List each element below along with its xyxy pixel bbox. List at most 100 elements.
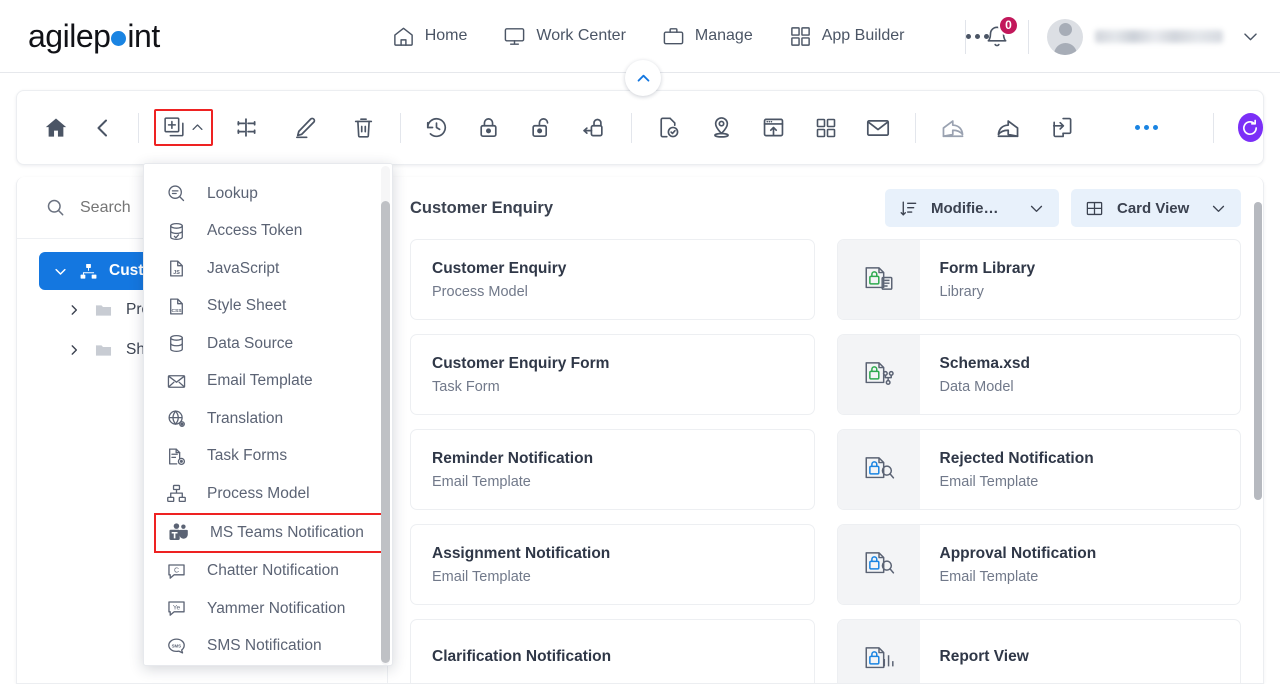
content-scrollbar-thumb[interactable] xyxy=(1254,202,1262,500)
card-item[interactable]: Reminder Notification Email Template xyxy=(410,429,815,510)
toolbar-rename-button[interactable] xyxy=(227,105,267,151)
toolbar-edit-button[interactable] xyxy=(285,105,325,151)
card-item[interactable]: Schema.xsd Data Model xyxy=(836,334,1241,415)
toolbar-migrate-button[interactable] xyxy=(1042,105,1082,151)
content-header-actions: Modifie… Card View xyxy=(885,189,1241,227)
menu-item-label: Process Model xyxy=(207,484,310,502)
menu-item-label: Data Source xyxy=(207,334,294,352)
card-item[interactable]: Rejected Notification Email Template xyxy=(836,429,1241,510)
card-item[interactable]: Form Library Library xyxy=(836,239,1241,320)
svg-text:JS: JS xyxy=(173,270,180,276)
menu-item-javascript[interactable]: JS JavaScript xyxy=(144,250,392,288)
nav-item-home[interactable]: Home xyxy=(392,25,467,48)
menu-item-label: MS Teams Notification xyxy=(210,523,364,541)
toolbar-divider-2 xyxy=(399,112,401,143)
lock-icon xyxy=(476,115,501,140)
toolbar-add-item-button[interactable] xyxy=(153,109,213,146)
toolbar-checkout-lock-button[interactable] xyxy=(469,105,509,151)
locked-email-template-icon xyxy=(837,430,920,509)
task-form-icon xyxy=(166,446,187,467)
sort-dropdown-button[interactable]: Modifie… xyxy=(885,189,1059,227)
menu-item-data-source[interactable]: Data Source xyxy=(144,325,392,363)
logo-dot-icon xyxy=(111,30,127,46)
toolbar-override-checkout-button[interactable] xyxy=(574,105,614,151)
menu-item-label: Chatter Notification xyxy=(207,562,339,580)
view-dropdown-button[interactable]: Card View xyxy=(1071,189,1241,227)
toolbar-export-button[interactable] xyxy=(988,105,1028,151)
card-item[interactable]: Assignment Notification Email Template xyxy=(410,524,815,605)
process-model-icon xyxy=(166,483,187,504)
menu-item-email-template[interactable]: Email Template xyxy=(144,363,392,401)
menu-item-ms-teams-notification[interactable]: MS Teams Notification xyxy=(154,512,384,553)
chevron-right-icon[interactable] xyxy=(67,303,81,317)
sort-icon xyxy=(899,199,918,218)
collapse-header-button[interactable] xyxy=(625,60,661,96)
menu-item-label: Style Sheet xyxy=(207,297,287,315)
access-token-icon xyxy=(166,221,187,242)
menu-item-task-forms[interactable]: Task Forms xyxy=(144,438,392,476)
nav-item-app-builder[interactable]: App Builder xyxy=(789,25,905,48)
chevron-right-icon[interactable] xyxy=(67,343,81,357)
toolbar-apps-button[interactable] xyxy=(806,105,846,151)
css-file-icon: CSS xyxy=(166,296,187,317)
toolbar-checkin-unlock-button[interactable] xyxy=(521,105,561,151)
svg-text:Ye: Ye xyxy=(173,605,181,612)
search-icon xyxy=(45,197,66,218)
svg-text:CSS: CSS xyxy=(171,308,182,314)
chevron-down-icon[interactable] xyxy=(53,264,68,279)
toolbar-back-button[interactable] xyxy=(82,105,122,151)
card-title: Approval Notification xyxy=(939,544,1097,562)
nav-item-work-center[interactable]: Work Center xyxy=(503,25,626,48)
toolbar-history-button[interactable] xyxy=(416,105,456,151)
card-subtitle: Library xyxy=(939,283,984,300)
menu-item-label: Email Template xyxy=(207,372,313,390)
menu-item-lookup[interactable]: Lookup xyxy=(144,175,392,213)
nav-item-manage[interactable]: Manage xyxy=(662,25,753,48)
notification-bell-button[interactable]: 0 xyxy=(984,14,1019,50)
user-profile-menu[interactable] xyxy=(1047,18,1260,55)
toolbar-import-button[interactable] xyxy=(933,105,973,151)
add-item-dropdown-menu: Lookup Access Token JS JavaScript CSS St… xyxy=(143,163,393,666)
card-item[interactable]: Customer Enquiry Process Model xyxy=(410,239,815,320)
toolbar-home-button[interactable] xyxy=(36,105,76,151)
card-item[interactable]: Customer Enquiry Form Task Form xyxy=(410,334,815,415)
svg-text:C: C xyxy=(174,567,179,574)
sitemap-icon xyxy=(79,262,98,281)
agilepoint-logo[interactable]: agilep int xyxy=(28,18,160,55)
card-title: Customer Enquiry Form xyxy=(432,354,610,372)
card-title: Reminder Notification xyxy=(432,449,594,467)
toolbar-locate-button[interactable] xyxy=(701,105,741,151)
toolbar-publish-button[interactable] xyxy=(753,105,793,151)
database-icon xyxy=(166,333,187,354)
menu-item-access-token[interactable]: Access Token xyxy=(144,213,392,251)
menu-item-yammer-notification[interactable]: Ye Yammer Notification xyxy=(144,590,392,628)
card-item[interactable]: Report View xyxy=(836,619,1241,683)
menu-item-translation[interactable]: Translation xyxy=(144,400,392,438)
menu-item-process-model[interactable]: Process Model xyxy=(144,475,392,513)
nav-item-work-center-label: Work Center xyxy=(536,27,626,44)
delete-trash-icon xyxy=(351,115,376,140)
content-scrollbar[interactable] xyxy=(1254,178,1262,683)
toolbar-validate-button[interactable] xyxy=(649,105,689,151)
rename-icon xyxy=(234,115,259,140)
toolbar-email-button[interactable] xyxy=(858,105,898,151)
dropdown-scrollbar[interactable] xyxy=(381,166,390,665)
menu-item-label: Access Token xyxy=(207,222,303,240)
card-item[interactable]: Approval Notification Email Template xyxy=(836,524,1241,605)
menu-item-label: Translation xyxy=(207,409,284,427)
card-title: Assignment Notification xyxy=(432,544,611,562)
avatar xyxy=(1047,18,1083,55)
toolbar-delete-button[interactable] xyxy=(343,105,383,151)
toolbar-more-button[interactable] xyxy=(1126,105,1166,151)
card-item[interactable]: Clarification Notification xyxy=(410,619,815,683)
sms-icon: SMS xyxy=(166,636,187,657)
menu-item-chatter-notification[interactable]: C Chatter Notification xyxy=(144,553,392,591)
nav-item-app-builder-label: App Builder xyxy=(821,27,905,44)
menu-item-sms-notification[interactable]: SMS SMS Notification xyxy=(144,628,392,666)
unlock-override-icon xyxy=(581,115,606,140)
toolbar-refresh-button[interactable] xyxy=(1237,113,1263,142)
menu-item-style-sheet[interactable]: CSS Style Sheet xyxy=(144,288,392,326)
dropdown-scrollbar-thumb[interactable] xyxy=(381,201,390,663)
logo-text-part1: agilep xyxy=(28,17,111,54)
card-subtitle: Email Template xyxy=(939,568,1039,585)
